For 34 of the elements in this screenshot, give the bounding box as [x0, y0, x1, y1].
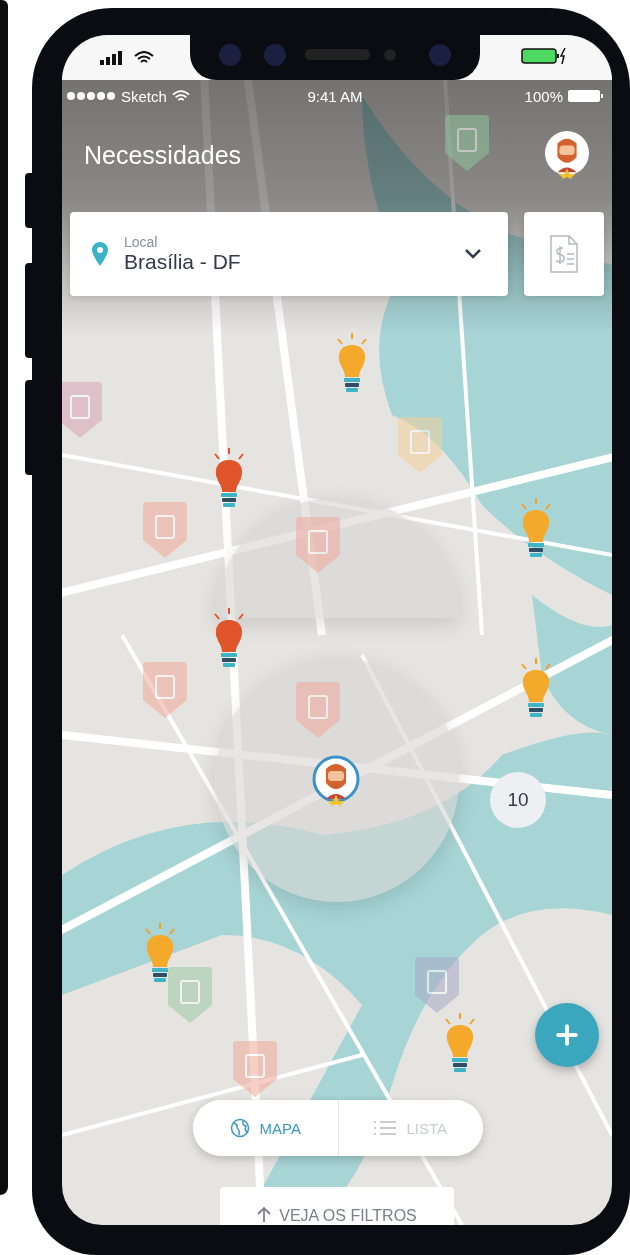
location-label: Local	[124, 234, 159, 250]
profile-avatar-icon[interactable]	[544, 130, 590, 180]
filters-button[interactable]: VEJA OS FILTROS	[220, 1187, 454, 1225]
carrier-name: Sketch	[121, 87, 167, 105]
list-icon	[374, 1120, 397, 1136]
view-tab[interactable]: MAPA	[193, 1100, 338, 1156]
location-selector[interactable]: Local Brasília - DF	[70, 212, 508, 296]
chevron-down-icon	[464, 248, 482, 260]
wifi-icon	[171, 89, 190, 103]
category-marker-icon[interactable]	[413, 957, 461, 1013]
plus-icon	[556, 1024, 578, 1046]
signal-dots-icon	[66, 91, 116, 101]
user-location-avatar-icon[interactable]	[312, 755, 360, 807]
battery-icon	[568, 89, 604, 103]
category-marker-icon[interactable]	[294, 517, 342, 573]
category-marker-icon[interactable]	[294, 682, 342, 738]
category-marker-icon[interactable]	[141, 662, 189, 718]
budget-button[interactable]	[524, 212, 604, 296]
category-marker-icon[interactable]	[443, 115, 491, 171]
screen-title: Necessidades	[84, 140, 242, 170]
status-time: 9:41 AM	[307, 87, 363, 105]
location-pin-icon	[92, 242, 108, 266]
location-value: Brasília - DF	[124, 250, 242, 274]
category-marker-icon[interactable]	[166, 967, 214, 1023]
category-marker-icon[interactable]	[141, 502, 189, 558]
wifi-icon	[134, 50, 154, 65]
category-marker-icon[interactable]	[396, 417, 444, 473]
globe-icon	[229, 1118, 250, 1138]
category-marker-icon[interactable]	[62, 382, 104, 438]
battery-charging-icon	[521, 46, 567, 65]
arrow-up-icon	[257, 1207, 272, 1223]
document-dollar-icon	[549, 234, 579, 274]
battery-percent: 100%	[524, 87, 563, 105]
category-marker-icon[interactable]	[231, 1041, 279, 1097]
